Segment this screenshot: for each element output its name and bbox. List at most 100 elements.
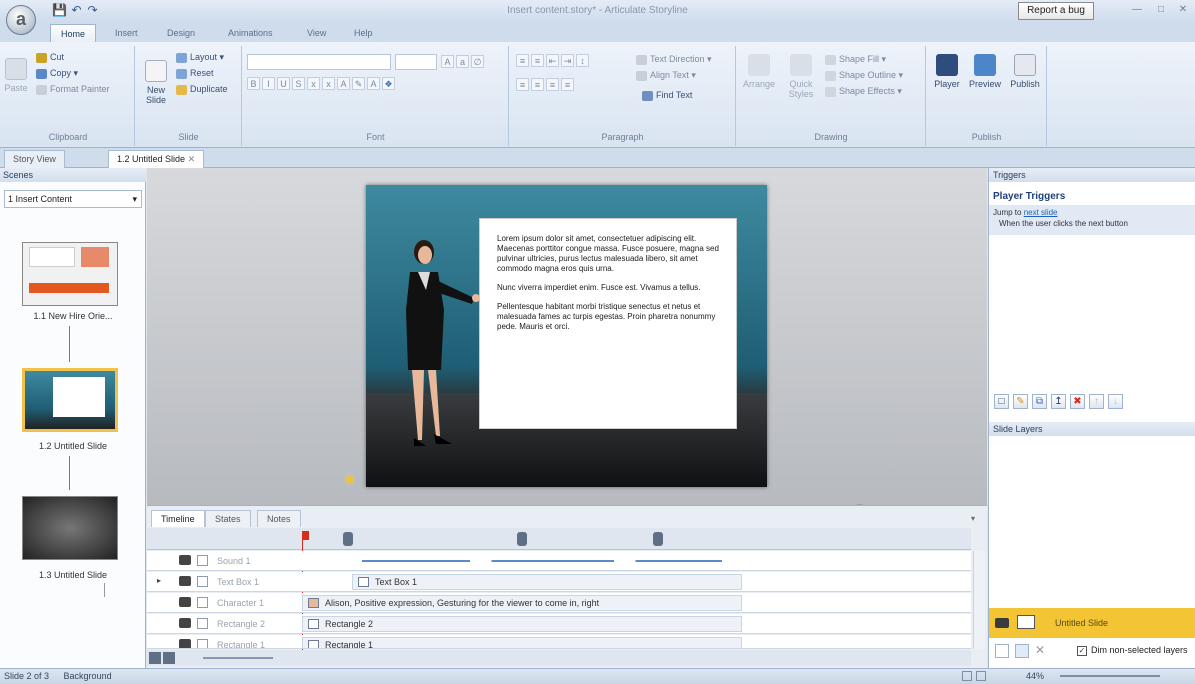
lock-checkbox[interactable] xyxy=(197,639,208,648)
visibility-icon[interactable] xyxy=(179,597,191,607)
timeline-bar[interactable]: Rectangle 2 xyxy=(302,616,742,632)
copy-trigger-icon[interactable]: ⧉ xyxy=(1032,394,1047,409)
align-right-icon[interactable]: ≡ xyxy=(546,78,559,91)
text-direction-button[interactable]: Text Direction ▾ xyxy=(636,54,712,65)
shrink-font-icon[interactable]: a xyxy=(456,55,469,68)
move-up-icon[interactable]: ↑ xyxy=(1089,394,1104,409)
indent-increase-icon[interactable]: ⇥ xyxy=(561,54,574,67)
dim-layers-checkbox[interactable]: ✓ xyxy=(1077,646,1087,656)
timeline-bar[interactable]: Text Box 1 xyxy=(352,574,742,590)
superscript-icon[interactable]: x xyxy=(322,77,335,90)
base-layer-row[interactable]: Untitled Slide xyxy=(989,608,1195,638)
normal-view-icon[interactable] xyxy=(962,671,972,681)
zoom-slider[interactable] xyxy=(203,657,273,659)
new-layer-icon[interactable] xyxy=(995,644,1009,658)
scene-select[interactable]: 1 Insert Content ▾ xyxy=(4,190,142,208)
reset-button[interactable]: Reset xyxy=(176,68,214,79)
story-view-tab[interactable]: Story View xyxy=(4,150,65,168)
grow-font-icon[interactable]: A xyxy=(441,55,454,68)
app-menu-button[interactable]: a xyxy=(6,5,36,35)
preview-button[interactable]: Preview xyxy=(967,54,1003,89)
tab-timeline[interactable]: Timeline xyxy=(151,510,205,527)
text-box[interactable]: Lorem ipsum dolor sit amet, consectetuer… xyxy=(479,218,737,429)
cut-button[interactable]: Cut xyxy=(36,52,64,63)
cue-point-icon[interactable] xyxy=(343,532,353,546)
lock-checkbox[interactable] xyxy=(197,555,208,566)
cue-point-icon[interactable] xyxy=(517,532,527,546)
bullets-icon[interactable]: ≡ xyxy=(516,54,529,67)
paste-trigger-icon[interactable]: ↥ xyxy=(1051,394,1066,409)
justify-icon[interactable]: ≡ xyxy=(561,78,574,91)
duplicate-button[interactable]: Duplicate xyxy=(176,84,228,95)
tab-design[interactable]: Design xyxy=(157,24,205,42)
timeline-row[interactable]: Rectangle 2 Rectangle 2 xyxy=(147,614,971,634)
duplicate-layer-icon[interactable] xyxy=(1015,644,1029,658)
tab-home[interactable]: Home xyxy=(50,24,97,42)
panel-collapse-icon[interactable]: ▾ xyxy=(971,514,975,523)
line-spacing-icon[interactable]: ↕ xyxy=(576,54,589,67)
lock-checkbox[interactable] xyxy=(197,576,208,587)
play-icon[interactable] xyxy=(149,652,161,664)
playhead-marker[interactable] xyxy=(302,531,309,540)
quick-styles-button[interactable]: Quick Styles xyxy=(781,54,821,99)
close-tab-icon[interactable]: ✕ xyxy=(188,154,196,164)
lock-checkbox[interactable] xyxy=(197,597,208,608)
current-slide-tab[interactable]: 1.2 Untitled Slide ✕ xyxy=(108,150,205,168)
player-button[interactable]: Player xyxy=(931,54,963,89)
expand-arrow-icon[interactable]: ▸ xyxy=(157,576,161,585)
slide[interactable]: Lorem ipsum dolor sit amet, consectetuer… xyxy=(366,185,767,487)
stop-icon[interactable] xyxy=(163,652,175,664)
move-down-icon[interactable]: ↓ xyxy=(1108,394,1123,409)
numbering-icon[interactable]: ≡ xyxy=(531,54,544,67)
publish-button[interactable]: Publish xyxy=(1007,54,1043,89)
visibility-icon[interactable] xyxy=(179,576,191,586)
timeline-row[interactable]: Character 1 Alison, Positive expression, … xyxy=(147,593,971,613)
find-text-button[interactable]: Find Text xyxy=(642,90,692,101)
format-painter-icon[interactable]: ❖ xyxy=(382,77,395,90)
sound-icon[interactable] xyxy=(345,475,354,484)
align-left-icon[interactable]: ≡ xyxy=(516,78,529,91)
character-figure[interactable] xyxy=(396,240,486,460)
tab-help[interactable]: Help xyxy=(344,24,383,42)
maximize-icon[interactable]: □ xyxy=(1152,4,1170,18)
cue-point-icon[interactable] xyxy=(653,532,663,546)
zoom-slider[interactable] xyxy=(1060,675,1160,677)
visibility-icon[interactable] xyxy=(179,555,191,565)
strikethrough-icon[interactable]: S xyxy=(292,77,305,90)
tab-insert[interactable]: Insert xyxy=(105,24,148,42)
format-painter-button[interactable]: Format Painter xyxy=(36,84,110,95)
slide-thumbnail[interactable] xyxy=(22,242,118,306)
indent-decrease-icon[interactable]: ⇤ xyxy=(546,54,559,67)
new-trigger-icon[interactable]: □ xyxy=(994,394,1009,409)
italic-icon[interactable]: I xyxy=(262,77,275,90)
edit-trigger-icon[interactable]: ✎ xyxy=(1013,394,1028,409)
timeline-bar[interactable]: Alison, Positive expression, Gesturing f… xyxy=(302,595,742,611)
visibility-icon[interactable] xyxy=(179,618,191,628)
font-size-combo[interactable] xyxy=(395,54,437,70)
font-color-icon[interactable]: A xyxy=(367,77,380,90)
tab-notes[interactable]: Notes xyxy=(257,510,301,527)
shape-fill-button[interactable]: Shape Fill ▾ xyxy=(825,54,886,65)
slide-thumbnail[interactable] xyxy=(22,496,118,560)
minimize-icon[interactable]: — xyxy=(1128,4,1146,18)
tab-view[interactable]: View xyxy=(297,24,336,42)
next-slide-link[interactable]: next slide xyxy=(1024,208,1058,217)
visibility-icon[interactable] xyxy=(179,639,191,648)
lock-checkbox[interactable] xyxy=(197,618,208,629)
clear-format-icon[interactable]: ∅ xyxy=(471,55,484,68)
tab-states[interactable]: States xyxy=(205,510,251,527)
visibility-icon[interactable] xyxy=(995,618,1009,628)
subscript-icon[interactable]: x xyxy=(307,77,320,90)
align-text-button[interactable]: Align Text ▾ xyxy=(636,70,696,81)
delete-layer-icon[interactable]: ✕ xyxy=(1035,643,1045,657)
timeline-row[interactable]: ▸ Text Box 1 Text Box 1 xyxy=(147,572,971,592)
underline-icon[interactable]: U xyxy=(277,77,290,90)
bold-icon[interactable]: B xyxy=(247,77,260,90)
copy-button[interactable]: Copy ▾ xyxy=(36,68,78,79)
story-view-icon[interactable] xyxy=(976,671,986,681)
change-case-icon[interactable]: A xyxy=(337,77,350,90)
shape-outline-button[interactable]: Shape Outline ▾ xyxy=(825,70,903,81)
layout-button[interactable]: Layout ▾ xyxy=(176,52,224,63)
align-center-icon[interactable]: ≡ xyxy=(531,78,544,91)
highlight-icon[interactable]: ✎ xyxy=(352,77,365,90)
